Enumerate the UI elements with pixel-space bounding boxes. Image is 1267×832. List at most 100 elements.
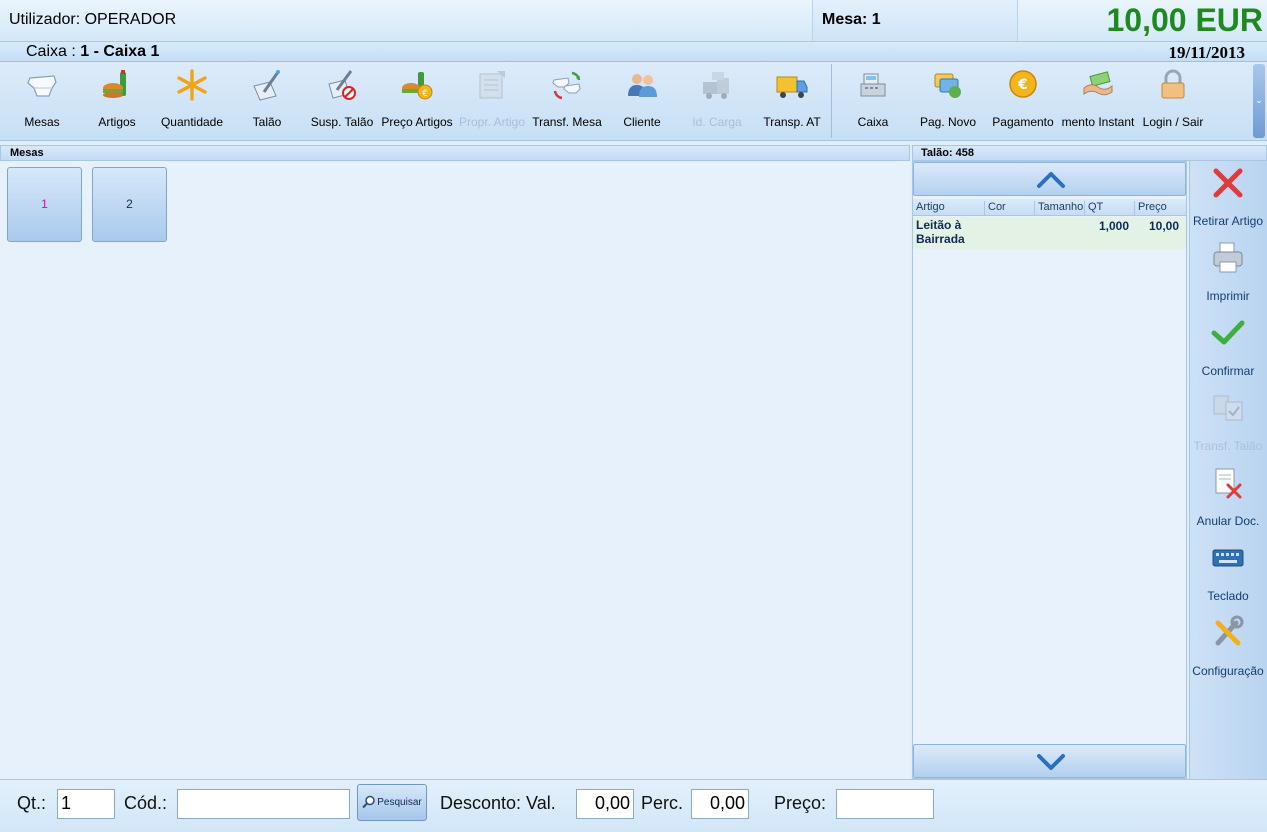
talao-panel-title: Talão: 458 <box>912 145 1267 161</box>
euro-coin-icon: € <box>1009 70 1037 98</box>
toolbar-mesas-label: Mesas <box>24 115 60 129</box>
current-table-label: Mesa: 1 <box>813 0 1018 41</box>
user-label: Utilizador: OPERADOR <box>0 0 813 41</box>
search-icon <box>362 796 376 809</box>
toolbar-quantidade-button[interactable]: Quantidade <box>154 64 230 138</box>
register-label: Caixa : 1 - Caixa 1 <box>26 43 159 61</box>
client-icon <box>628 74 657 97</box>
row-artigo-line1: Leitão à <box>916 218 962 232</box>
red-x-icon <box>1213 168 1243 198</box>
chevron-up-icon <box>1037 172 1065 188</box>
register-prefix: Caixa : <box>26 43 81 60</box>
footer-bar: Qt.: 1 Cód.: Pesquisar Desconto: Val. 0,… <box>0 779 1267 832</box>
retirar-artigo-button[interactable]: Retirar Artigo <box>1190 161 1266 233</box>
printer-icon <box>1213 242 1243 273</box>
toolbar-pag-novo-button[interactable]: Pag. Novo <box>910 64 986 138</box>
toolbar-login-sair-label: Login / Sair <box>1142 115 1204 129</box>
toolbar-pagamento-label: Pagamento <box>992 115 1054 129</box>
scroll-up-button[interactable] <box>913 162 1186 196</box>
toolbar-pagamento-button[interactable]: € Pagamento <box>985 64 1061 138</box>
handshake-money-icon <box>1083 71 1113 96</box>
search-label: Pesquisar <box>377 797 422 808</box>
toolbar-caixa-button[interactable]: Caixa <box>835 64 911 138</box>
retirar-artigo-label: Retirar Artigo <box>1192 214 1264 228</box>
toolbar-cliente-button[interactable]: Cliente <box>604 64 680 138</box>
imprimir-button[interactable]: Imprimir <box>1190 236 1266 308</box>
table-tile-2[interactable]: 2 <box>92 167 167 242</box>
table-row[interactable]: Leitão à Bairrada 1,000 10,00 <box>913 217 1186 249</box>
cancel-document-icon <box>1215 468 1242 499</box>
configuracao-button[interactable]: Configuração <box>1190 611 1266 683</box>
sub-header: Caixa : 1 - Caixa 1 19/11/2013 <box>0 42 1267 62</box>
discount-value-input[interactable]: 0,00 <box>576 789 634 819</box>
qt-input[interactable]: 1 <box>57 789 115 819</box>
confirmar-label: Confirmar <box>1201 364 1255 378</box>
anular-doc-label: Anular Doc. <box>1196 514 1260 528</box>
confirmar-button[interactable]: Confirmar <box>1190 311 1266 383</box>
transf-talao-label: Transf. Talão <box>1193 439 1263 453</box>
toolbar-talao-button[interactable]: Talão <box>229 64 305 138</box>
toolbar-propr-artigo-button[interactable]: Propr. Artigo <box>454 64 530 138</box>
truck-icon <box>776 76 808 98</box>
price-food-icon: € <box>402 72 433 100</box>
toolbar-susp-talao-label: Susp. Talão <box>310 115 374 129</box>
anular-doc-button[interactable]: Anular Doc. <box>1190 461 1266 533</box>
perc-label: Perc. <box>641 793 684 813</box>
toolbar-id-carga-button[interactable]: Id. Carga <box>679 64 755 138</box>
chevron-down-icon <box>1037 754 1065 770</box>
col-tamanho: Tamanho <box>1034 201 1083 215</box>
food-drink-icon <box>103 70 126 98</box>
teclado-button[interactable]: Teclado <box>1190 536 1266 608</box>
col-cor: Cor <box>984 201 1006 215</box>
cargo-id-icon <box>703 72 729 99</box>
qt-label: Qt.: <box>17 793 47 813</box>
toolbar-transp-at-label: Transp. AT <box>763 115 821 129</box>
row-artigo-line2: Bairrada <box>916 232 965 246</box>
side-actions: Retirar Artigo Imprimir Confirmar Transf… <box>1189 161 1267 779</box>
talao-list: Artigo Cor Tamanho QT Preço Leitão à Bair… <box>912 161 1187 779</box>
toolbar-transp-at-button[interactable]: Transp. AT <box>754 64 830 138</box>
toolbar-artigos-button[interactable]: Artigos <box>79 64 155 138</box>
total-amount: 10,00 EUR <box>1106 2 1263 38</box>
scroll-down-button[interactable] <box>913 744 1186 778</box>
preco-label: Preço: <box>774 793 827 813</box>
toolbar-quantidade-label: Quantidade <box>160 115 224 129</box>
toolbar-propr-artigo-label: Propr. Artigo <box>458 115 526 129</box>
table-icon <box>27 75 57 97</box>
svg-text:€: € <box>1017 77 1028 93</box>
table-tile-1[interactable]: 1 <box>7 167 82 242</box>
green-check-icon <box>1211 320 1245 345</box>
toolbar-preco-artigos-label: Preço Artigos <box>381 115 453 129</box>
toolbar-id-carga-label: Id. Carga <box>692 115 742 129</box>
toolbar-transf-mesa-button[interactable]: Transf. Mesa <box>529 64 605 138</box>
toolbar-susp-talao-button[interactable]: Susp. Talão <box>304 64 380 138</box>
toolbar-separator <box>831 64 832 138</box>
padlock-icon <box>1161 69 1185 99</box>
toolbar-overflow-chevron-icon[interactable]: ⌄ <box>1253 64 1265 138</box>
transfer-receipt-icon <box>1213 395 1243 421</box>
row-artigo: Leitão à Bairrada <box>916 218 965 246</box>
discount-percent-input[interactable]: 0,00 <box>691 789 749 819</box>
article-properties-icon <box>479 71 505 99</box>
toolbar-pagamento-instant-label: mento Instant <box>1061 115 1135 129</box>
search-button[interactable]: Pesquisar <box>357 784 427 821</box>
transfer-table-icon <box>552 71 581 100</box>
toolbar-login-sair-button[interactable]: Login / Sair <box>1135 64 1211 138</box>
col-preco: Preço <box>1134 201 1167 215</box>
toolbar-mesas-button[interactable]: Mesas <box>4 64 80 138</box>
col-qt: QT <box>1084 201 1103 215</box>
desconto-label: Desconto: Val. <box>440 793 556 813</box>
mesas-area: 1 2 <box>0 161 910 779</box>
price-input[interactable] <box>836 789 934 819</box>
transf-talao-button[interactable]: Transf. Talão <box>1190 386 1266 458</box>
suspend-receipt-icon <box>328 70 356 100</box>
current-date: 19/11/2013 <box>1168 43 1245 62</box>
col-artigo: Artigo <box>916 201 945 213</box>
code-input[interactable] <box>177 789 350 819</box>
toolbar-pag-novo-label: Pag. Novo <box>919 115 977 129</box>
asterisk-icon <box>177 69 207 101</box>
toolbar-pagamento-instant-button[interactable]: mento Instant <box>1060 64 1136 138</box>
toolbar-artigos-label: Artigos <box>98 115 136 129</box>
toolbar-preco-artigos-button[interactable]: € Preço Artigos <box>379 64 455 138</box>
pen-receipt-icon <box>253 70 280 101</box>
